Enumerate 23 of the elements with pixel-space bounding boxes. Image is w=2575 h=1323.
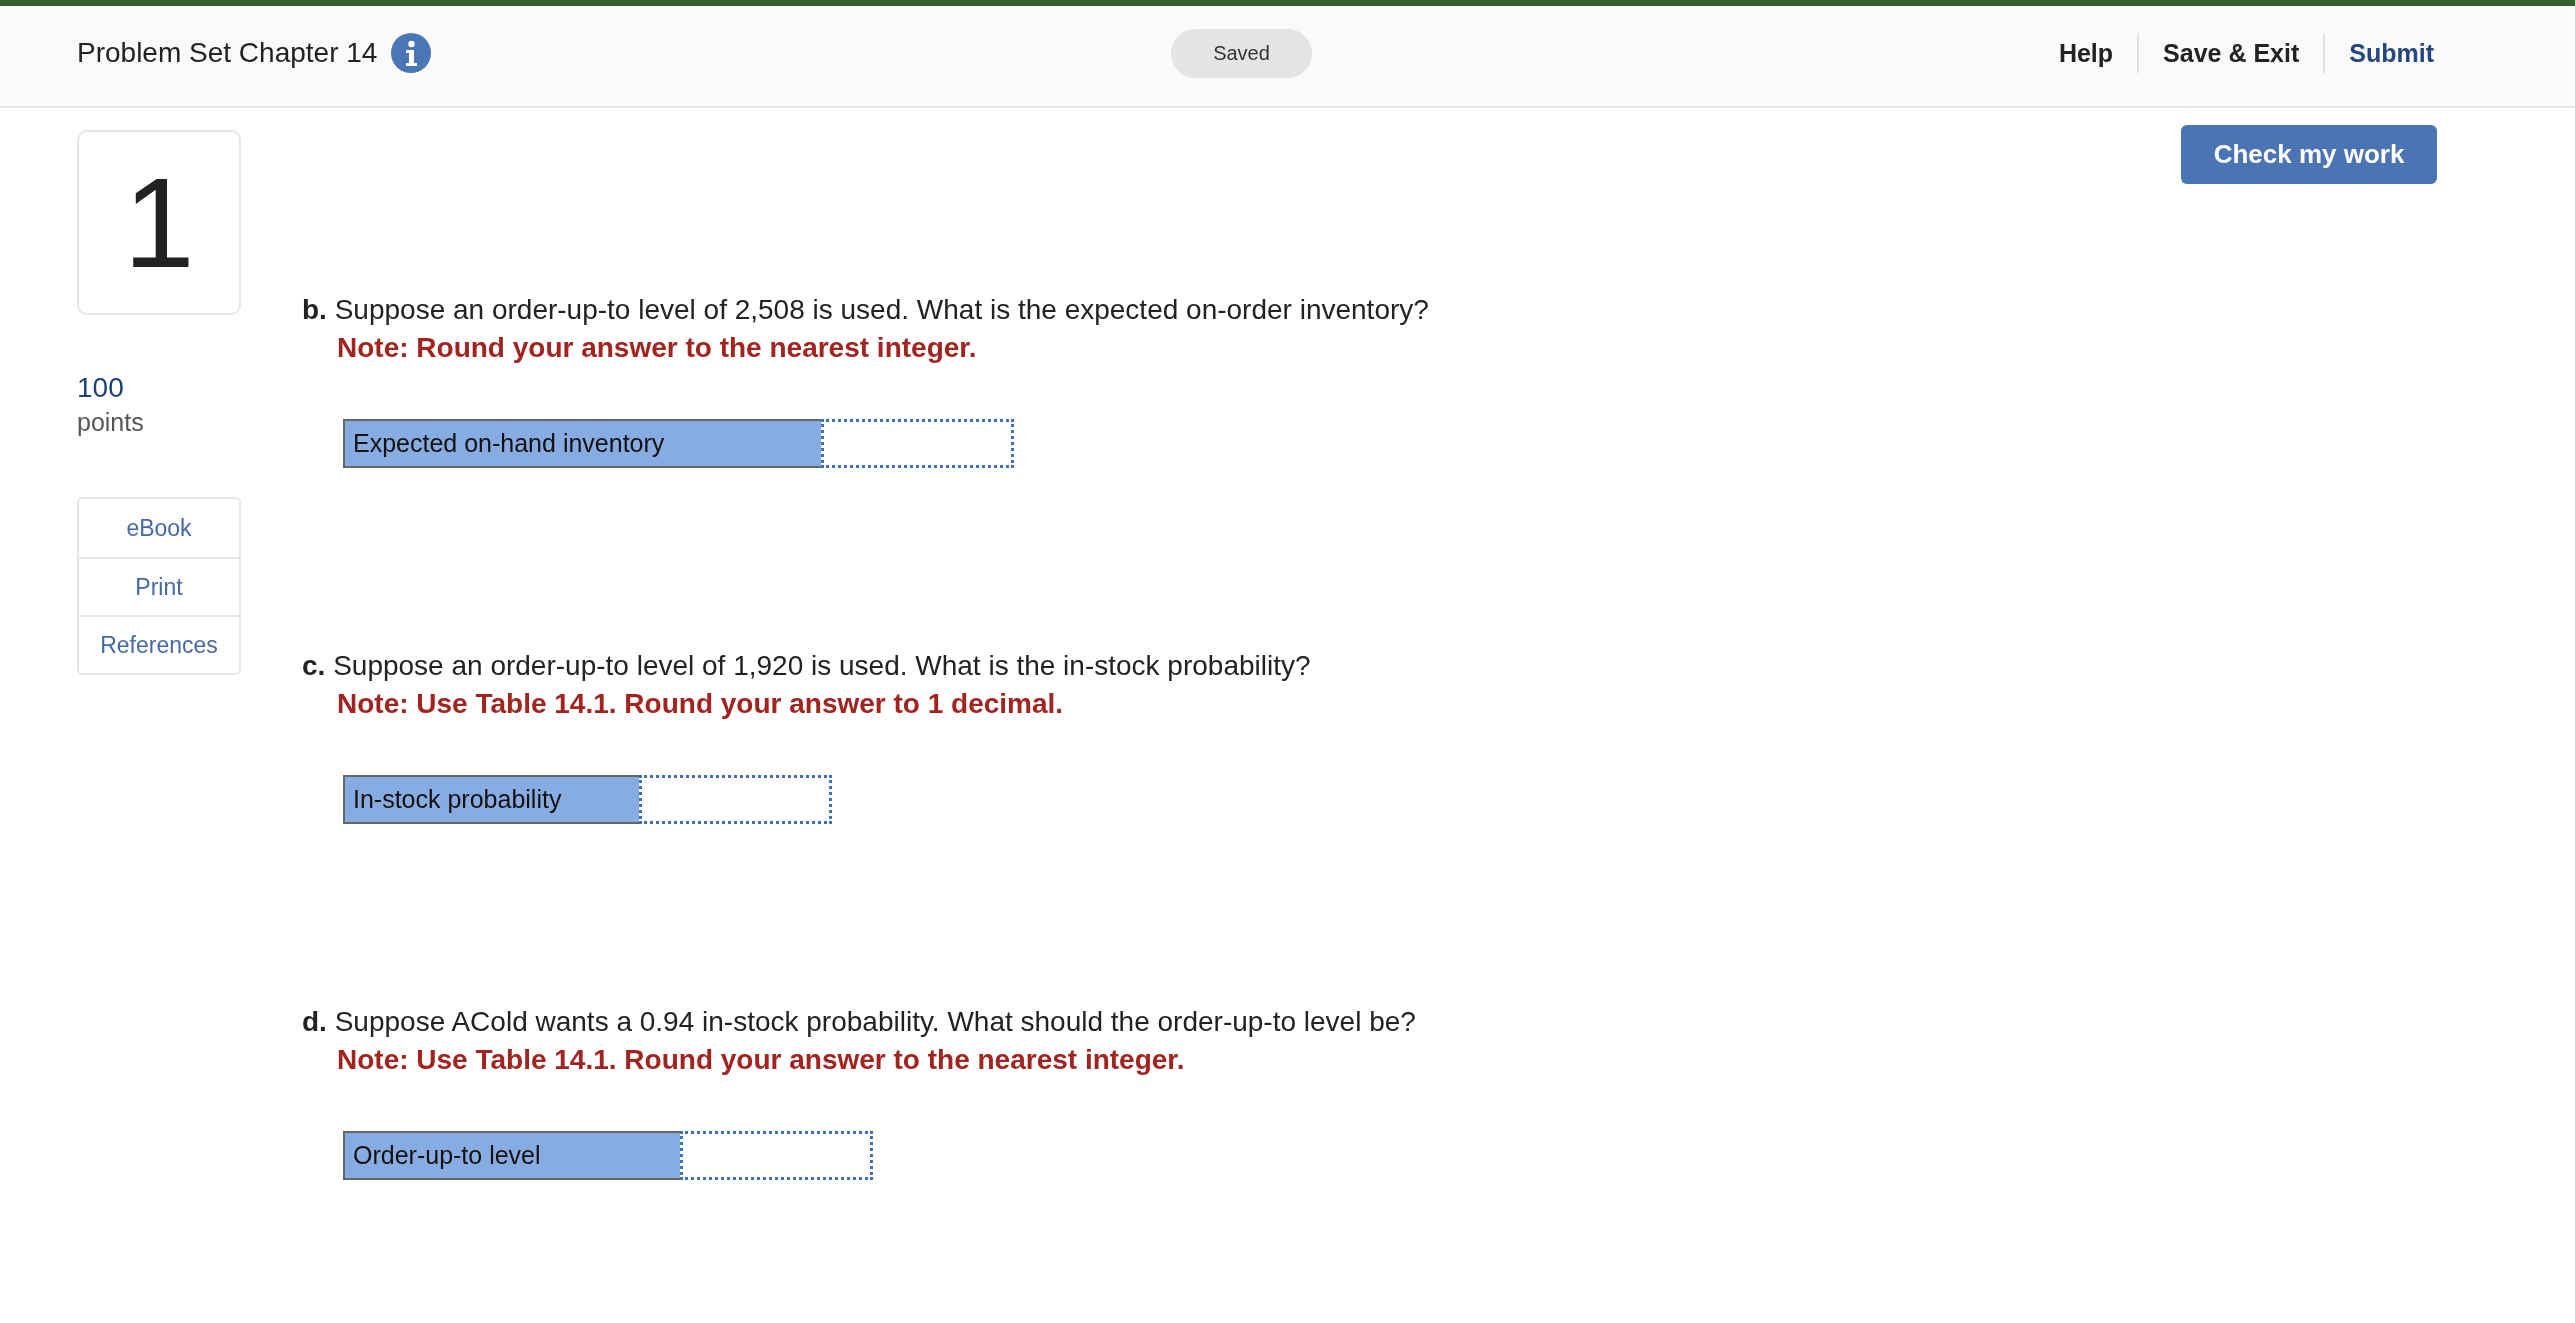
points-label: points — [77, 407, 145, 438]
answer-label: In-stock probability — [343, 775, 639, 824]
answer-label: Order-up-to level — [343, 1131, 680, 1180]
save-status: Saved — [1171, 28, 1312, 78]
points-value: 100 — [77, 371, 125, 405]
question-text: c. Suppose an order-up-to level of 1,920 is used. What is the in-stock probability? — [302, 649, 1312, 683]
answer-field[interactable] — [680, 1131, 873, 1180]
question-number: 1 — [77, 130, 241, 315]
check-my-work-button[interactable]: Check my work — [2181, 125, 2437, 184]
answer-field[interactable] — [639, 775, 832, 824]
answer-label: Expected on-hand inventory — [343, 419, 821, 468]
question-note: Note: Use Table 14.1. Round your answer to the nearest integer. — [337, 1043, 1186, 1077]
info-icon[interactable] — [391, 33, 432, 73]
header-link[interactable]: Save & Exit — [2139, 34, 2324, 72]
question-text: d. Suppose ACold wants a 0.94 in-stock probability. What should the order-up-to level be? — [302, 1005, 1417, 1039]
answer-field[interactable] — [821, 419, 1014, 468]
header-link[interactable]: Submit — [2325, 34, 2437, 72]
question-note: Note: Use Table 14.1. Round your answer to 1 decimal. — [337, 687, 1065, 721]
question-text: b. Suppose an order-up-to level of 2,508 is used. What is the expected on-order inventory? — [302, 293, 1430, 327]
assignment-title: Problem Set Chapter 14 — [77, 37, 378, 69]
question-note: Note: Round your answer to the nearest integer. — [337, 331, 978, 365]
header-link[interactable]: Help — [2034, 34, 2138, 72]
sidebar-link[interactable]: References — [79, 615, 239, 673]
